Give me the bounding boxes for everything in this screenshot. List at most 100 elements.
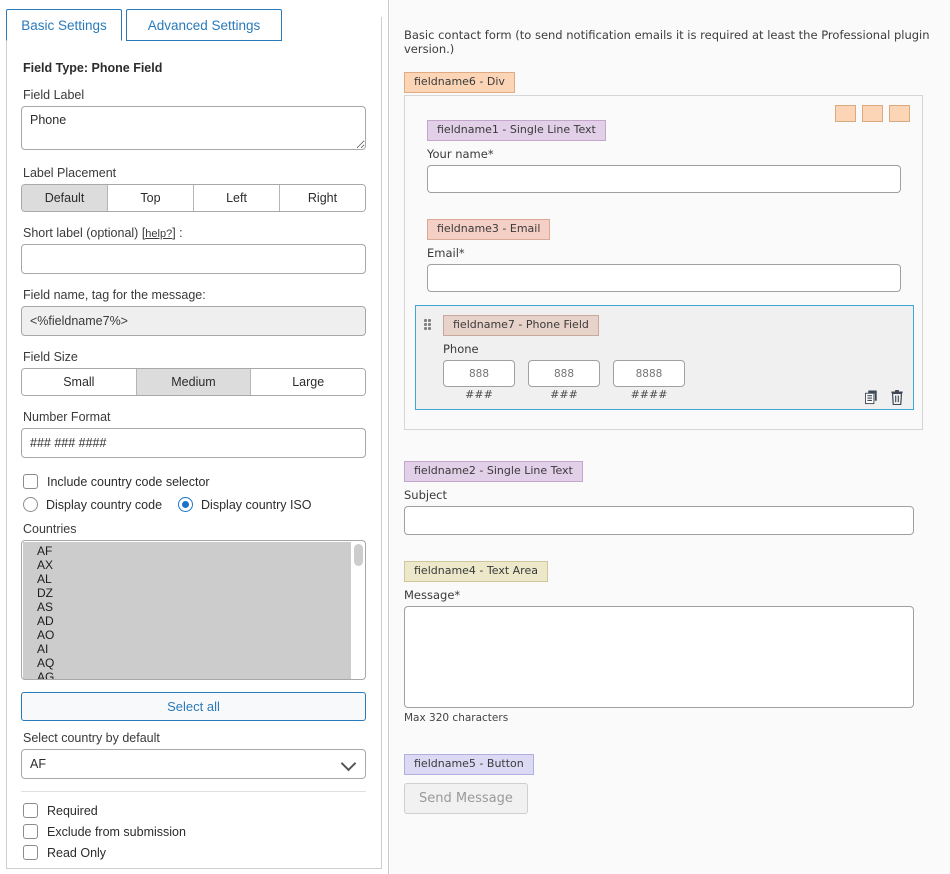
settings-divider	[21, 791, 366, 792]
phone-part-3: ####	[613, 360, 685, 401]
tab-basic-settings-label: Basic Settings	[21, 17, 107, 33]
include-country-code-label: Include country code selector	[47, 474, 210, 489]
send-message-button[interactable]: Send Message	[404, 783, 528, 815]
phone-part-1-mask: ###	[465, 388, 493, 402]
required-row[interactable]: Required	[23, 803, 369, 818]
phone-field-actions	[865, 390, 904, 405]
label-placement-option-default[interactable]: Default	[22, 185, 108, 211]
short-label-help-link[interactable]: help?	[145, 228, 172, 240]
default-country-select-value: AF	[30, 757, 46, 771]
label-placement-option-right[interactable]: Right	[280, 185, 365, 211]
phone-part-1: ###	[443, 360, 515, 401]
subject-input[interactable]	[404, 506, 914, 536]
field-size-group: Small Medium Large	[21, 368, 366, 396]
field-tag-single-line-text-1[interactable]: fieldname1 - Single Line Text	[427, 120, 606, 142]
short-label-input[interactable]	[21, 244, 366, 274]
tab-advanced-settings-label: Advanced Settings	[147, 17, 261, 33]
phone-label: Phone	[443, 342, 479, 357]
field-size-option-medium[interactable]: Medium	[136, 369, 252, 395]
field-size-caption: Field Size	[23, 350, 78, 364]
read-only-label: Read Only	[47, 845, 107, 860]
short-label-caption-text: Short label (optional) [	[23, 226, 146, 240]
phone-part-2-input[interactable]	[528, 360, 600, 388]
phone-part-3-input[interactable]	[613, 360, 685, 388]
country-option[interactable]: AF	[23, 544, 351, 558]
country-option[interactable]: AO	[23, 628, 351, 642]
form-preview-panel: Basic contact form (to send notification…	[390, 0, 950, 874]
default-country-select-wrap: AF	[21, 749, 366, 779]
field-tag-single-line-text-2[interactable]: fieldname2 - Single Line Text	[404, 461, 583, 483]
field-label-input[interactable]	[21, 106, 366, 150]
phone-part-1-input[interactable]	[443, 360, 515, 388]
country-option[interactable]: AD	[23, 614, 351, 628]
select-all-button-label: Select all	[167, 699, 220, 714]
drag-handle-icon[interactable]	[424, 319, 431, 330]
message-label: Message*	[404, 588, 461, 603]
display-country-code-radio[interactable]	[23, 497, 38, 512]
exclude-from-submission-checkbox[interactable]	[23, 824, 38, 839]
number-format-input[interactable]	[21, 428, 366, 458]
read-only-row[interactable]: Read Only	[23, 845, 369, 860]
country-option[interactable]: AI	[23, 642, 351, 656]
field-tag-text-area[interactable]: fieldname4 - Text Area	[404, 561, 548, 583]
field-tag-button[interactable]: fieldname5 - Button	[404, 754, 534, 776]
country-option[interactable]: AL	[23, 572, 351, 586]
read-only-checkbox[interactable]	[23, 845, 38, 860]
required-checkbox[interactable]	[23, 803, 38, 818]
field-type-heading: Field Type: Phone Field	[23, 61, 163, 75]
country-option[interactable]: AQ	[23, 656, 351, 670]
country-option[interactable]: AS	[23, 600, 351, 614]
phone-inputs-group: ### ### ####	[443, 360, 685, 401]
your-name-label: Your name*	[427, 147, 494, 162]
countries-caption: Countries	[23, 522, 77, 536]
display-country-iso-label: Display country ISO	[201, 497, 312, 512]
country-option[interactable]: AG	[23, 670, 351, 679]
select-all-button[interactable]: Select all	[21, 692, 366, 721]
label-placement-option-left[interactable]: Left	[194, 185, 280, 211]
tab-basic-settings[interactable]: Basic Settings	[6, 9, 122, 41]
display-mode-row: Display country code Display country ISO	[23, 497, 369, 512]
exclude-from-submission-row[interactable]: Exclude from submission	[23, 824, 369, 839]
message-textarea[interactable]	[404, 606, 914, 709]
phone-field-block[interactable]: fieldname7 - Phone Field Phone ### ###	[415, 305, 914, 410]
default-country-select[interactable]: AF	[21, 749, 366, 779]
your-name-input[interactable]	[427, 165, 901, 194]
field-name-tag-input[interactable]	[21, 306, 366, 336]
email-label: Email*	[427, 246, 465, 261]
form-builder-page: Basic Settings Advanced Settings Field T…	[0, 0, 950, 874]
countries-listbox[interactable]: AF AX AL DZ AS AD AO AI AQ AG	[21, 540, 366, 680]
required-label: Required	[47, 803, 98, 818]
field-name-caption: Field name, tag for the message:	[23, 288, 206, 302]
exclude-from-submission-label: Exclude from submission	[47, 824, 186, 839]
form-description: Basic contact form (to send notification…	[404, 28, 930, 56]
settings-panel-body: Field Type: Phone Field Field Label Labe…	[6, 17, 382, 869]
settings-content: Field Type: Phone Field Field Label Labe…	[7, 49, 383, 869]
duplicate-icon[interactable]	[865, 390, 880, 405]
field-settings-panel: Basic Settings Advanced Settings Field T…	[0, 0, 389, 874]
short-label-caption: Short label (optional) [help?] :	[23, 226, 369, 240]
label-placement-option-top[interactable]: Top	[108, 185, 194, 211]
label-placement-caption: Label Placement	[23, 166, 117, 180]
number-format-caption: Number Format	[23, 410, 111, 424]
display-country-iso-radio[interactable]	[178, 497, 194, 512]
countries-scrollbar-thumb[interactable]	[354, 544, 363, 566]
label-placement-group: Default Top Left Right	[21, 184, 366, 212]
phone-part-3-mask: ####	[630, 388, 668, 402]
settings-tabs: Basic Settings Advanced Settings	[6, 9, 382, 41]
country-option[interactable]: DZ	[23, 586, 351, 600]
phone-part-2-mask: ###	[550, 388, 578, 402]
field-size-option-small[interactable]: Small	[22, 369, 137, 395]
trash-icon[interactable]	[890, 390, 904, 405]
subject-label: Subject	[404, 488, 447, 503]
field-tag-email[interactable]: fieldname3 - Email	[427, 219, 551, 241]
display-country-code-label: Display country code	[46, 497, 163, 512]
tab-advanced-settings[interactable]: Advanced Settings	[126, 9, 282, 41]
field-tag-phone-field[interactable]: fieldname7 - Phone Field	[443, 315, 599, 337]
email-input[interactable]	[427, 264, 901, 293]
include-country-code-checkbox[interactable]	[23, 474, 38, 489]
div-container[interactable]: fieldname1 - Single Line Text Your name*…	[404, 95, 923, 430]
include-country-code-row[interactable]: Include country code selector	[23, 474, 369, 489]
country-option[interactable]: AX	[23, 558, 351, 572]
field-tag-div[interactable]: fieldname6 - Div	[404, 72, 515, 94]
field-size-option-large[interactable]: Large	[251, 369, 365, 395]
